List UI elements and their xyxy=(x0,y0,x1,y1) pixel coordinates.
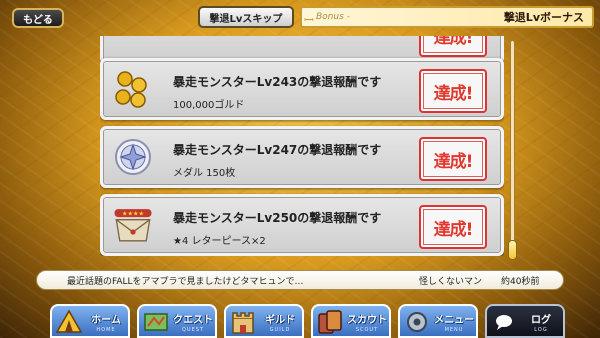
ticker-author: 怪しくないマン xyxy=(419,276,483,287)
gold-coins-icon xyxy=(111,67,155,111)
reward-item: ★4 レターピース×2 xyxy=(173,236,266,247)
reward-card[interactable]: 暴走モンスターLv247の撃退報酬です メダル 150枚 達成! xyxy=(100,126,504,188)
letter-piece-icon: ★★★★ xyxy=(111,203,155,247)
medal-icon xyxy=(111,135,155,179)
menu-gear-icon xyxy=(402,307,432,336)
nav-sublabel: GUILD xyxy=(269,327,291,333)
nav-guild-button[interactable]: ギルド GUILD xyxy=(224,304,304,338)
nav-quest-button[interactable]: クエスト QUEST xyxy=(137,304,217,338)
scout-cards-icon xyxy=(315,307,345,336)
reward-item: メダル 150枚 xyxy=(173,168,236,179)
home-tent-icon xyxy=(54,307,84,336)
nav-menu-button[interactable]: メニュー MENU xyxy=(398,304,478,338)
ticker-time: 約40秒前 xyxy=(501,276,540,287)
reward-title: 暴走モンスターLv243の撃退報酬です xyxy=(173,75,382,89)
level-skip-button[interactable]: 撃退Lvスキップ xyxy=(198,6,294,28)
nav-label: クエスト xyxy=(173,315,213,326)
reward-card[interactable]: 暴走モンスターLv243の撃退報酬です 100,000ゴルド 達成! xyxy=(100,58,504,120)
nav-label: メニュー xyxy=(434,315,474,326)
reward-item: 100,000ゴルド xyxy=(173,100,245,111)
achieved-stamp: 達成! xyxy=(419,137,487,181)
svg-text:★★★★: ★★★★ xyxy=(122,210,145,217)
chat-ticker[interactable]: 最近話題のFALLをアマプラで見ましたけどタマヒュンで… 怪しくないマン 約40… xyxy=(36,270,564,290)
reward-title: 暴走モンスターLv247の撃退報酬です xyxy=(173,143,382,157)
nav-label: ギルド xyxy=(265,315,295,326)
achieved-stamp: 達成! xyxy=(419,36,487,57)
bonus-subtitle: Bonus - xyxy=(316,12,350,22)
guild-castle-icon xyxy=(228,307,258,336)
nav-sublabel: MENU xyxy=(444,327,464,333)
nav-sublabel: HOME xyxy=(96,327,116,333)
swirl-ornament-icon: ꟷ xyxy=(304,13,314,27)
bonus-header: ꟷ Bonus - 撃退Lvボーナス xyxy=(300,6,594,28)
achieved-stamp: 達成! xyxy=(419,69,487,113)
nav-sublabel: LOG xyxy=(534,327,548,333)
reward-card[interactable]: ★★★★ 暴走モンスターLv250の撃退報酬です ★4 レターピース×2 達成! xyxy=(100,194,504,256)
reward-title: 暴走モンスターLv250の撃退報酬です xyxy=(173,211,382,225)
scrollbar-thumb[interactable] xyxy=(508,240,517,260)
quest-map-icon xyxy=(141,307,171,336)
reward-list[interactable]: 達成! 暴走モンスターLv243の撃退報酬です 100,000ゴルド 達成! 暴… xyxy=(100,36,504,256)
nav-label: スカウト xyxy=(347,315,387,326)
achieved-stamp: 達成! xyxy=(419,205,487,249)
nav-sublabel: QUEST xyxy=(182,327,204,333)
scrollbar-track[interactable] xyxy=(510,40,515,258)
nav-sublabel: SCOUT xyxy=(355,327,379,333)
bonus-title: 撃退Lvボーナス xyxy=(503,11,584,24)
log-chat-icon xyxy=(489,307,519,336)
back-button[interactable]: もどる xyxy=(12,8,64,28)
nav-home-button[interactable]: ホーム HOME xyxy=(50,304,130,338)
nav-scout-button[interactable]: スカウト SCOUT xyxy=(311,304,391,338)
ticker-message: 最近話題のFALLをアマプラで見ましたけどタマヒュンで… xyxy=(67,276,304,287)
nav-label: ログ xyxy=(531,315,551,326)
nav-log-button[interactable]: ログ LOG xyxy=(485,304,565,338)
nav-label: ホーム xyxy=(91,315,121,326)
